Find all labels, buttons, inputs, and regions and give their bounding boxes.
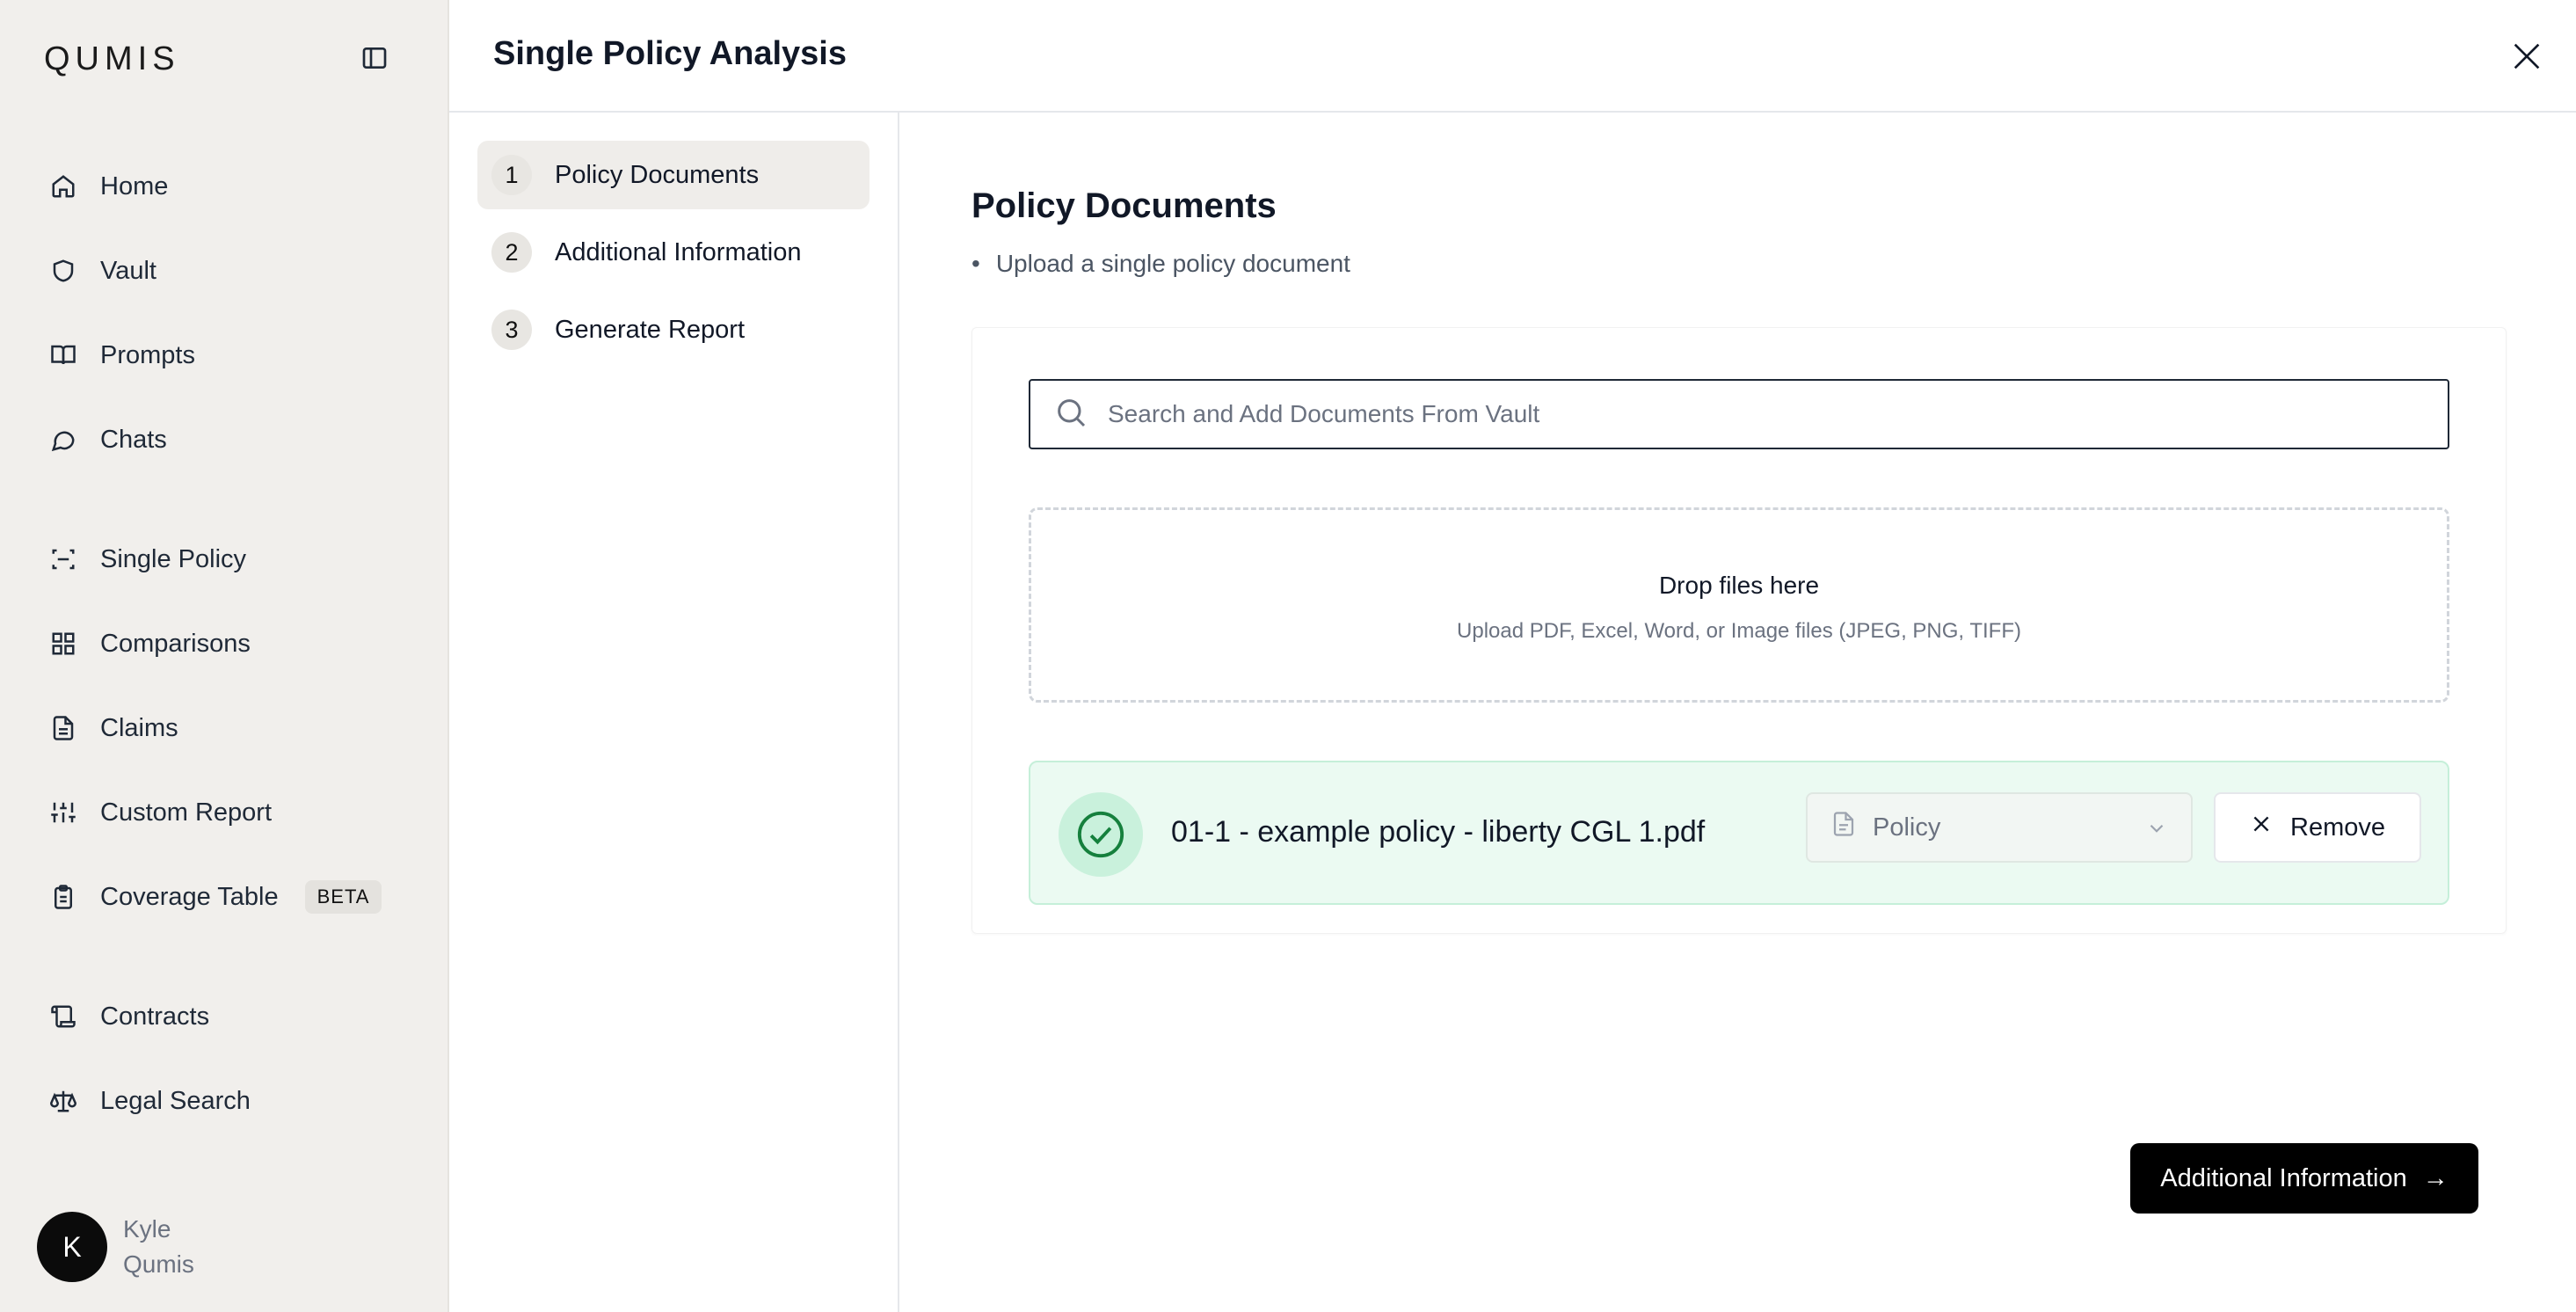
- sidebar-item-label: Coverage Table: [100, 882, 279, 911]
- next-button-label: Additional Information: [2160, 1163, 2407, 1192]
- shield-icon: [49, 257, 77, 285]
- document-type-value: Policy: [1873, 813, 1941, 842]
- step-label: Generate Report: [555, 315, 746, 344]
- sidebar-item-home[interactable]: Home: [49, 160, 168, 213]
- close-icon[interactable]: [2509, 39, 2544, 74]
- section-title: Policy Documents: [971, 186, 1277, 225]
- sidebar-item-label: Home: [100, 171, 169, 200]
- step-generate-report[interactable]: 3 Generate Report: [477, 295, 870, 364]
- dropzone-title: Drop files here: [1658, 572, 1820, 599]
- sidebar-item-label: Contracts: [100, 1002, 210, 1031]
- sidebar-item-chats[interactable]: Chats: [49, 413, 167, 466]
- steps-panel: 1 Policy Documents 2 Additional Informat…: [449, 113, 899, 1312]
- file-dropzone[interactable]: Drop files here Upload PDF, Excel, Word,…: [1029, 507, 2449, 703]
- user-name: Kyle Qumis: [123, 1212, 194, 1282]
- search-input[interactable]: [1108, 400, 2427, 428]
- sidebar: QUMIS Home Vault Prompts Chats Single Po…: [0, 0, 449, 1312]
- sidebar-item-label: Chats: [100, 425, 167, 454]
- user-profile[interactable]: K Kyle Qumis: [37, 1212, 194, 1282]
- vault-search[interactable]: [1029, 379, 2449, 449]
- check-circle-icon: [1059, 792, 1143, 877]
- sidebar-item-label: Custom Report: [100, 798, 273, 827]
- sidebar-item-label: Prompts: [100, 340, 195, 369]
- sidebar-item-custom-report[interactable]: Custom Report: [49, 786, 272, 839]
- home-icon: [49, 172, 77, 200]
- bullet-text: Upload a single policy document: [995, 250, 1350, 277]
- search-icon: [1053, 395, 1088, 434]
- grid-icon: [49, 630, 77, 658]
- avatar[interactable]: K: [37, 1212, 107, 1282]
- additional-information-button[interactable]: Additional Information →: [2130, 1143, 2478, 1214]
- sidebar-item-coverage-table[interactable]: Coverage Table BETA: [49, 871, 382, 923]
- step-policy-documents[interactable]: 1 Policy Documents: [477, 141, 870, 209]
- step-label: Additional Information: [555, 237, 802, 266]
- sidebar-toggle-icon[interactable]: [360, 44, 389, 72]
- upload-card: Drop files here Upload PDF, Excel, Word,…: [971, 327, 2507, 934]
- sidebar-item-contracts[interactable]: Contracts: [49, 990, 209, 1043]
- uploaded-file-row: 01-1 - example policy - liberty CGL 1.pd…: [1029, 761, 2449, 905]
- clipboard-icon: [49, 883, 77, 911]
- sliders-icon: [49, 798, 77, 827]
- sidebar-item-comparisons[interactable]: Comparisons: [49, 617, 251, 670]
- main-content: Policy Documents • Upload a single polic…: [899, 113, 2576, 1312]
- step-label: Policy Documents: [555, 160, 760, 189]
- document-icon: [1830, 811, 1857, 844]
- sidebar-item-label: Single Policy: [100, 544, 247, 573]
- page-title: Single Policy Analysis: [493, 35, 847, 72]
- remove-label: Remove: [2290, 813, 2385, 842]
- sidebar-item-single-policy[interactable]: Single Policy: [49, 533, 246, 586]
- dropzone-subtitle: Upload PDF, Excel, Word, or Image files …: [1457, 619, 2021, 643]
- step-additional-information[interactable]: 2 Additional Information: [477, 218, 870, 287]
- qumis-logo: QUMIS: [44, 40, 180, 77]
- book-icon: [49, 341, 77, 369]
- file-name: 01-1 - example policy - liberty CGL 1.pd…: [1171, 815, 1706, 849]
- step-number: 2: [491, 232, 532, 273]
- sidebar-item-label: Comparisons: [100, 629, 251, 658]
- scale-icon: [49, 1087, 77, 1115]
- user-last-name: Qumis: [123, 1250, 194, 1278]
- scroll-icon: [49, 1002, 77, 1031]
- scan-icon: [49, 545, 77, 573]
- chat-icon: [49, 426, 77, 454]
- close-icon: [2250, 813, 2273, 842]
- file-text-icon: [49, 714, 77, 742]
- section-description: • Upload a single policy document: [971, 250, 1350, 278]
- header: Single Policy Analysis: [449, 0, 2576, 113]
- sidebar-item-legal-search[interactable]: Legal Search: [49, 1075, 251, 1127]
- beta-badge: BETA: [304, 880, 382, 914]
- arrow-right-icon: →: [2422, 1163, 2449, 1192]
- sidebar-item-label: Vault: [100, 256, 156, 285]
- step-number: 3: [491, 310, 532, 350]
- user-first-name: Kyle: [123, 1215, 171, 1243]
- chevron-down-icon: [2145, 817, 2168, 847]
- remove-file-button[interactable]: Remove: [2214, 792, 2421, 863]
- sidebar-item-label: Claims: [100, 713, 178, 742]
- sidebar-item-label: Legal Search: [100, 1086, 251, 1115]
- sidebar-item-vault[interactable]: Vault: [49, 244, 156, 297]
- sidebar-item-claims[interactable]: Claims: [49, 702, 178, 754]
- sidebar-item-prompts[interactable]: Prompts: [49, 329, 195, 382]
- step-number: 1: [491, 155, 532, 195]
- document-type-select[interactable]: Policy: [1806, 792, 2193, 863]
- bullet-dot: •: [971, 250, 980, 277]
